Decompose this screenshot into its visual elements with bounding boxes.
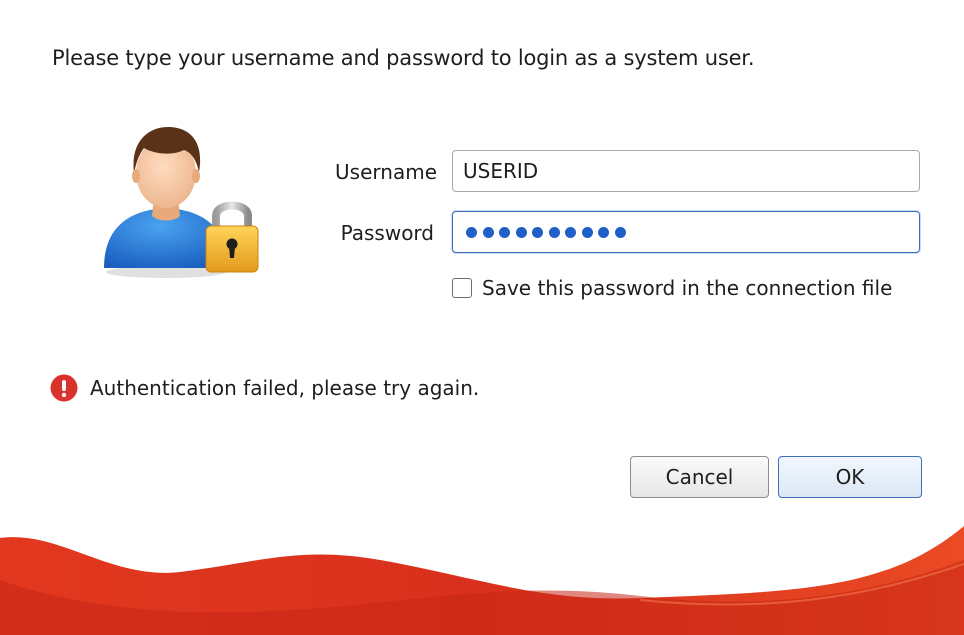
error-message: Authentication failed, please try again.: [90, 376, 480, 400]
decorative-wave: [0, 526, 964, 635]
save-password-label: Save this password in the connection fil…: [482, 276, 893, 300]
password-mask-dot: [581, 226, 593, 238]
error-exclamation-icon: [50, 374, 78, 402]
password-label: Password: [340, 221, 434, 245]
username-label: Username: [335, 160, 437, 184]
password-mask: [466, 226, 626, 238]
password-mask-dot: [466, 226, 477, 238]
username-field[interactable]: [452, 150, 920, 192]
password-mask-dot: [499, 226, 510, 238]
password-mask-dot: [614, 226, 626, 238]
login-dialog: Please type your username and password t…: [0, 0, 964, 635]
password-mask-dot: [532, 226, 543, 238]
cancel-button[interactable]: Cancel: [630, 456, 769, 498]
user-lock-icon: [104, 126, 259, 278]
save-password-checkbox[interactable]: [452, 278, 472, 298]
error-message-row: Authentication failed, please try again.: [50, 374, 479, 402]
password-mask-dot: [515, 226, 527, 238]
ok-button[interactable]: OK: [778, 456, 922, 498]
dialog-prompt: Please type your username and password t…: [52, 46, 755, 70]
password-field[interactable]: [452, 211, 920, 253]
password-mask-dot: [565, 226, 576, 238]
password-mask-dot: [548, 226, 560, 238]
save-password-option[interactable]: Save this password in the connection fil…: [452, 276, 892, 300]
password-mask-dot: [598, 226, 609, 238]
password-mask-dot: [482, 226, 494, 238]
